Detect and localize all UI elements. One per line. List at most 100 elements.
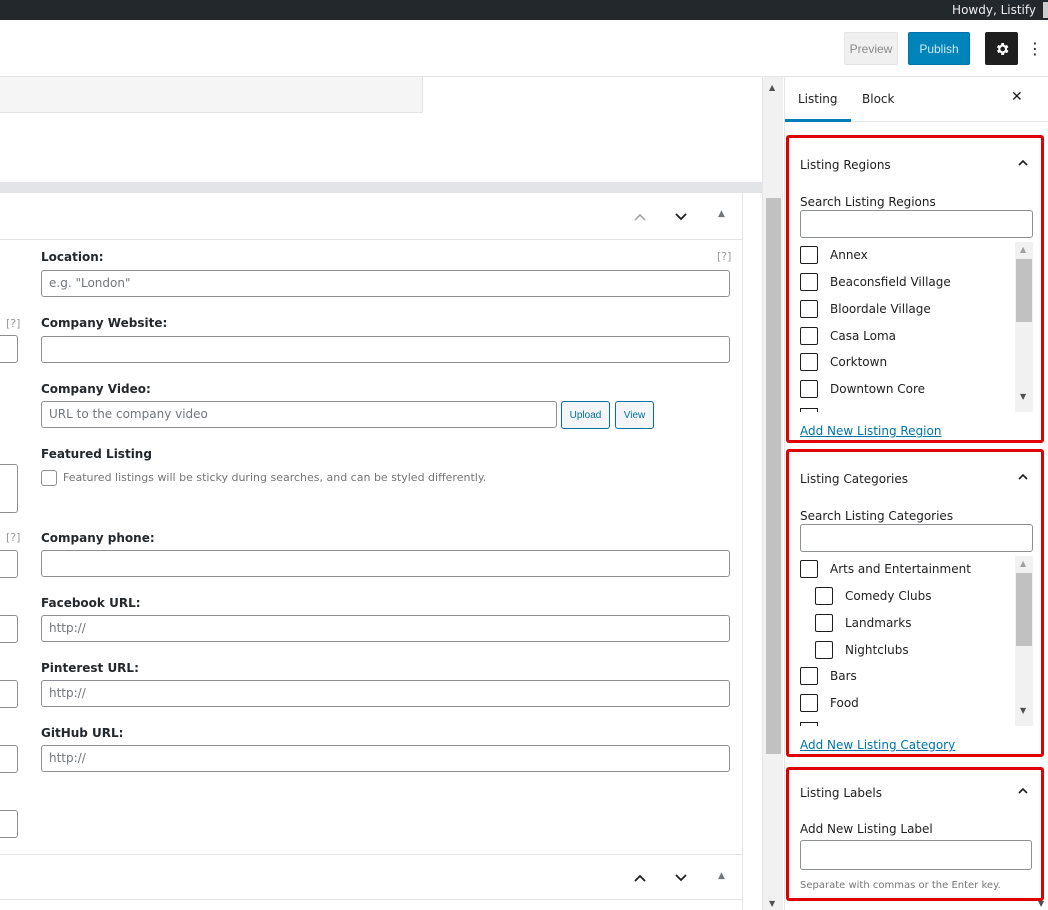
listing-categories-title[interactable]: Listing Categories (800, 472, 908, 486)
categories-scrollbar[interactable]: ▲ ▼ (1015, 556, 1033, 726)
listing-labels-title[interactable]: Listing Labels (800, 786, 882, 800)
list-item[interactable]: Corktown (800, 353, 887, 371)
list-item[interactable]: Food (800, 694, 859, 712)
add-new-region-link[interactable]: Add New Listing Region (800, 424, 941, 438)
checkbox[interactable] (800, 273, 818, 291)
github-url-input[interactable]: http:// (41, 745, 730, 772)
facebook-url-input[interactable]: http:// (41, 615, 730, 642)
left-column-input[interactable] (0, 335, 18, 363)
howdy-greeting[interactable]: Howdy, Listify (952, 0, 1036, 20)
left-column-textarea[interactable] (0, 464, 18, 513)
editor-scrollbar[interactable]: ▲ ▼ (762, 77, 783, 910)
chevron-up-icon[interactable] (630, 868, 650, 888)
list-item[interactable]: Nightclubs (815, 641, 909, 659)
left-column-input[interactable] (0, 615, 18, 643)
facebook-url-label: Facebook URL: (41, 596, 141, 610)
featured-description: Featured listings will be sticky during … (63, 471, 487, 484)
list-item[interactable]: Landmarks (815, 614, 911, 632)
list-item[interactable]: Downtown Core (800, 380, 925, 398)
left-column-input[interactable] (0, 745, 18, 773)
checkbox[interactable] (815, 641, 833, 659)
company-phone-input[interactable] (41, 550, 730, 577)
left-column-input[interactable] (0, 810, 18, 838)
second-metabox-header: ▲ (0, 854, 743, 900)
checkbox[interactable] (800, 722, 818, 726)
metabox-separator (0, 182, 762, 193)
company-website-input[interactable] (41, 336, 730, 363)
scroll-up-icon[interactable]: ▲ (769, 83, 775, 92)
location-help[interactable]: [?] (717, 250, 731, 263)
left-help[interactable]: [?] (6, 531, 20, 544)
checkbox[interactable] (800, 353, 818, 371)
list-item[interactable]: Arts and Entertainment (800, 560, 971, 578)
chevron-up-icon[interactable] (1017, 157, 1029, 170)
checkbox[interactable] (800, 300, 818, 318)
checkbox[interactable] (800, 408, 818, 412)
admin-bar: Howdy, Listify (0, 0, 1048, 20)
close-icon[interactable]: ✕ (1011, 89, 1023, 105)
left-column-input[interactable] (0, 550, 18, 578)
search-regions-input[interactable] (800, 210, 1033, 238)
scroll-up-icon[interactable]: ▲ (1020, 245, 1026, 254)
title-field[interactable] (0, 77, 423, 113)
labels-hint: Separate with commas or the Enter key. (800, 880, 1001, 891)
regions-scrollbar[interactable]: ▲ ▼ (1015, 242, 1033, 412)
upload-button[interactable]: Upload (561, 401, 610, 429)
scroll-down-icon[interactable]: ▼ (1038, 899, 1044, 908)
scroll-down-icon[interactable]: ▼ (1020, 392, 1026, 401)
add-new-category-link[interactable]: Add New Listing Category (800, 738, 955, 752)
metabox-header: ▲ (0, 193, 743, 240)
view-button[interactable]: View (615, 401, 654, 429)
list-item[interactable]: Comedy Clubs (815, 587, 932, 605)
checkbox[interactable] (800, 667, 818, 685)
chevron-down-icon[interactable] (671, 868, 691, 888)
location-input[interactable]: e.g. "London" (41, 270, 730, 297)
editor-scrollbar-thumb[interactable] (766, 198, 781, 754)
list-item[interactable]: Casa Loma (800, 327, 896, 345)
chevron-up-icon[interactable] (1017, 471, 1029, 484)
chevron-up-icon[interactable] (1017, 785, 1029, 798)
add-label-input[interactable] (800, 840, 1032, 870)
regions-scrollbar-thumb[interactable] (1016, 259, 1032, 322)
listing-categories-panel: Listing Categories Search Listing Catego… (786, 449, 1044, 757)
add-label-label: Add New Listing Label (800, 822, 933, 836)
scroll-down-icon[interactable]: ▼ (769, 899, 775, 908)
tab-block[interactable]: Block (849, 77, 907, 122)
search-categories-input[interactable] (800, 524, 1033, 552)
featured-checkbox[interactable] (41, 470, 57, 486)
list-item[interactable]: Beaconsfield Village (800, 273, 951, 291)
scroll-up-icon[interactable]: ▲ (1020, 559, 1026, 568)
scroll-down-icon[interactable]: ▼ (1020, 706, 1026, 715)
checkbox[interactable] (800, 327, 818, 345)
github-url-label: GitHub URL: (41, 726, 124, 740)
publish-button[interactable]: Publish (908, 32, 970, 65)
left-help[interactable]: [?] (6, 317, 20, 330)
categories-list: Arts and Entertainment Comedy Clubs Land… (800, 556, 1033, 726)
checkbox[interactable] (815, 614, 833, 632)
tab-listing[interactable]: Listing (785, 77, 851, 122)
checkbox[interactable] (800, 246, 818, 264)
left-column-input[interactable] (0, 680, 18, 708)
preview-button[interactable]: Preview (844, 32, 898, 65)
company-video-input[interactable]: URL to the company video (41, 401, 557, 428)
avatar[interactable] (1043, 2, 1048, 18)
pinterest-url-input[interactable]: http:// (41, 680, 730, 707)
collapse-toggle-icon[interactable]: ▲ (718, 871, 725, 881)
gear-icon (996, 42, 1008, 55)
checkbox[interactable] (800, 560, 818, 578)
chevron-down-icon[interactable] (671, 207, 691, 227)
checkbox[interactable] (815, 587, 833, 605)
list-item[interactable]: Annex (800, 246, 868, 264)
sidebar-tabs: Listing Block ✕ (785, 77, 1048, 122)
more-options-icon[interactable]: ⋮ (1026, 32, 1044, 65)
chevron-up-icon[interactable] (630, 207, 650, 227)
list-item[interactable]: Bloordale Village (800, 300, 931, 318)
checkbox[interactable] (800, 380, 818, 398)
checkbox[interactable] (800, 694, 818, 712)
location-label: Location: (41, 250, 104, 264)
listing-regions-title[interactable]: Listing Regions (800, 158, 891, 172)
categories-scrollbar-thumb[interactable] (1016, 573, 1032, 646)
list-item[interactable]: Bars (800, 667, 857, 685)
collapse-toggle-icon[interactable]: ▲ (718, 209, 725, 219)
settings-button[interactable] (985, 32, 1018, 65)
